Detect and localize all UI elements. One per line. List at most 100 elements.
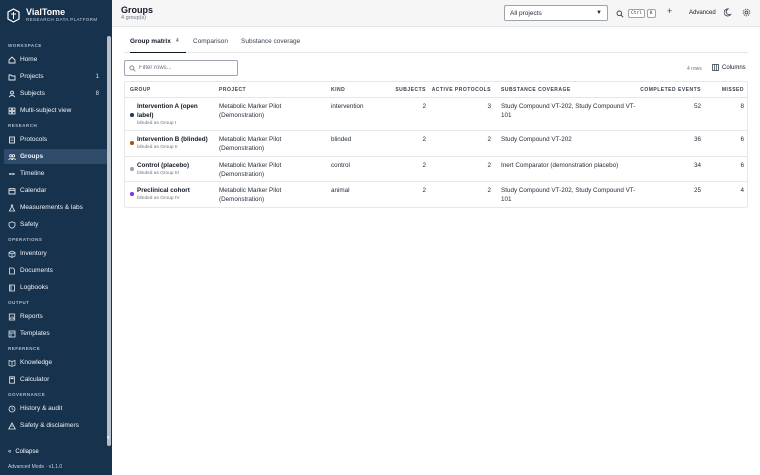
scroll-down-arrow-icon[interactable]: ▾ <box>107 435 110 441</box>
sidebar-item-reports[interactable]: Reports <box>4 309 107 324</box>
active-protocols-cell: 2 <box>487 136 491 143</box>
sidebar-item-inventory[interactable]: Inventory <box>4 246 107 261</box>
substance-coverage-cell: Study Compound VT-202, Study Compound VT… <box>501 187 636 203</box>
group-name: Intervention A (open label) <box>137 103 198 119</box>
sidebar-item-logbooks[interactable]: Logbooks <box>4 280 107 295</box>
group-cell: Preclinical cohort blinded as Group IV <box>137 186 217 202</box>
group-cell: Control (placebo) blinded as Group III <box>137 161 217 177</box>
tab-label: Substance coverage <box>241 38 301 45</box>
tab-label: Comparison <box>193 38 229 45</box>
column-header-active-protocols[interactable]: ACTIVE PROTOCOLS <box>430 82 491 97</box>
sidebar-item-subjects[interactable]: Subjects 8 <box>4 86 107 101</box>
sidebar-item-home[interactable]: Home <box>4 52 107 67</box>
column-header-completed-events[interactable]: COMPLETED EVENTS <box>635 82 701 97</box>
sidebar-nav: WORKSPACE Home Projects 1 Subjects 8 Mul… <box>4 40 107 433</box>
calendar-icon <box>8 187 16 195</box>
sidebar-item-measurements-labs[interactable]: Measurements & labs <box>4 200 107 215</box>
sidebar-item-safety-disclaimers[interactable]: Safety & disclaimers <box>4 418 107 433</box>
brand[interactable]: VialTome RESEARCH DATA PLATFORM <box>7 7 98 23</box>
section-label-workspace: WORKSPACE <box>8 43 42 48</box>
section-label-output: OUTPUT <box>8 300 30 305</box>
sidebar-item-multi-subject-view[interactable]: Multi-subject view <box>4 103 107 118</box>
command-search-button[interactable]: Ctrl K <box>616 9 656 18</box>
column-header-subjects[interactable]: SUBJECTS <box>387 82 426 97</box>
sidebar-item-safety[interactable]: Safety <box>4 217 107 232</box>
sidebar-item-calculator[interactable]: Calculator <box>4 372 107 387</box>
sidebar-item-groups[interactable]: Groups <box>4 149 107 164</box>
sidebar-item-label: Measurements & labs <box>20 204 83 211</box>
person-icon <box>8 90 16 98</box>
sidebar-scrollbar[interactable] <box>107 36 111 446</box>
report-icon <box>8 313 16 321</box>
collapse-label: Collapse <box>15 449 39 455</box>
group-color-dot <box>130 192 134 196</box>
sidebar-item-templates[interactable]: Templates <box>4 326 107 341</box>
sidebar-item-knowledge[interactable]: Knowledge <box>4 355 107 370</box>
moon-icon[interactable] <box>723 8 733 19</box>
sidebar-item-label: Inventory <box>20 250 47 257</box>
sidebar-item-label: Multi-subject view <box>20 107 72 114</box>
tab-label: Group matrix <box>130 38 171 45</box>
group-blinded-label: blinded as Group IV <box>137 196 180 201</box>
missed-cell: 6 <box>740 162 744 169</box>
subjects-cell: 2 <box>422 103 426 110</box>
template-icon <box>8 330 16 338</box>
tab-count-badge: 4 <box>175 38 179 44</box>
table-row[interactable]: Control (placebo) blinded as Group III M… <box>125 157 747 182</box>
tab-substance-coverage[interactable]: Substance coverage <box>241 38 300 53</box>
table-row[interactable]: Intervention A (open label) blinded as G… <box>125 98 747 131</box>
calculator-icon <box>8 375 16 384</box>
active-protocols-cell: 2 <box>487 162 491 169</box>
column-header-substance-coverage[interactable]: SUBSTANCE COVERAGE <box>501 82 571 97</box>
sidebar-item-label: Home <box>20 56 38 63</box>
columns-icon <box>712 64 719 71</box>
completed-events-cell: 34 <box>693 162 701 169</box>
tab-group-matrix[interactable]: Group matrix 4 <box>130 38 186 53</box>
subjects-cell: 2 <box>422 162 426 169</box>
project-select[interactable]: All projects ▼ <box>504 5 608 21</box>
row-count: 4 rows <box>687 66 702 72</box>
sidebar-item-timeline[interactable]: Timeline <box>4 166 107 181</box>
sidebar: VialTome RESEARCH DATA PLATFORM WORKSPAC… <box>0 0 112 475</box>
app-tagline: RESEARCH DATA PLATFORM <box>26 17 98 22</box>
sidebar-item-projects[interactable]: Projects 1 <box>4 69 107 84</box>
filter-rows-input[interactable] <box>139 65 234 71</box>
sidebar-item-label: Calendar <box>20 187 47 194</box>
filter-rows-field[interactable] <box>124 60 238 76</box>
add-icon[interactable]: + <box>667 6 672 16</box>
tab-comparison[interactable]: Comparison <box>193 38 228 53</box>
sidebar-item-label: Knowledge <box>20 359 53 366</box>
advanced-toggle[interactable]: Advanced <box>689 10 716 16</box>
table-row[interactable]: Intervention B (blinded) blinded as Grou… <box>125 131 747 157</box>
sidebar-item-label: Subjects <box>20 90 45 97</box>
knowledge-icon <box>8 359 16 367</box>
shield-icon <box>8 220 16 229</box>
grid-icon <box>8 107 16 115</box>
kind-cell: intervention <box>331 103 364 110</box>
column-header-missed[interactable]: MISSED <box>705 82 744 97</box>
columns-button[interactable]: Columns <box>712 64 746 71</box>
sidebar-item-label: Groups <box>20 153 44 160</box>
table-row[interactable]: Preclinical cohort blinded as Group IV M… <box>125 182 747 208</box>
folder-icon <box>8 73 16 81</box>
sidebar-item-protocols[interactable]: Protocols <box>4 132 107 147</box>
subjects-cell: 2 <box>422 187 426 194</box>
box-icon <box>8 250 16 258</box>
kbd-ctrl: Ctrl <box>628 9 645 18</box>
sidebar-item-documents[interactable]: Documents <box>4 263 107 278</box>
column-header-group[interactable]: GROUP <box>130 82 151 97</box>
gear-icon[interactable] <box>742 8 751 19</box>
subjects-cell: 2 <box>422 136 426 143</box>
mode-version-label: Advanced Mode · v1.1.0 <box>8 464 63 470</box>
sidebar-item-history-audit[interactable]: History & audit <box>4 401 107 416</box>
sidebar-item-calendar[interactable]: Calendar <box>4 183 107 198</box>
page-title: Groups <box>121 5 154 15</box>
group-name: Control (placebo) <box>137 162 190 169</box>
column-header-kind[interactable]: KIND <box>331 82 345 97</box>
kind-cell: animal <box>331 187 350 194</box>
search-icon <box>129 64 136 72</box>
column-header-project[interactable]: PROJECT <box>219 82 246 97</box>
sidebar-item-count: 8 <box>95 90 99 97</box>
group-blinded-label: blinded as Group III <box>137 171 179 176</box>
collapse-button[interactable]: « Collapse <box>8 449 39 455</box>
